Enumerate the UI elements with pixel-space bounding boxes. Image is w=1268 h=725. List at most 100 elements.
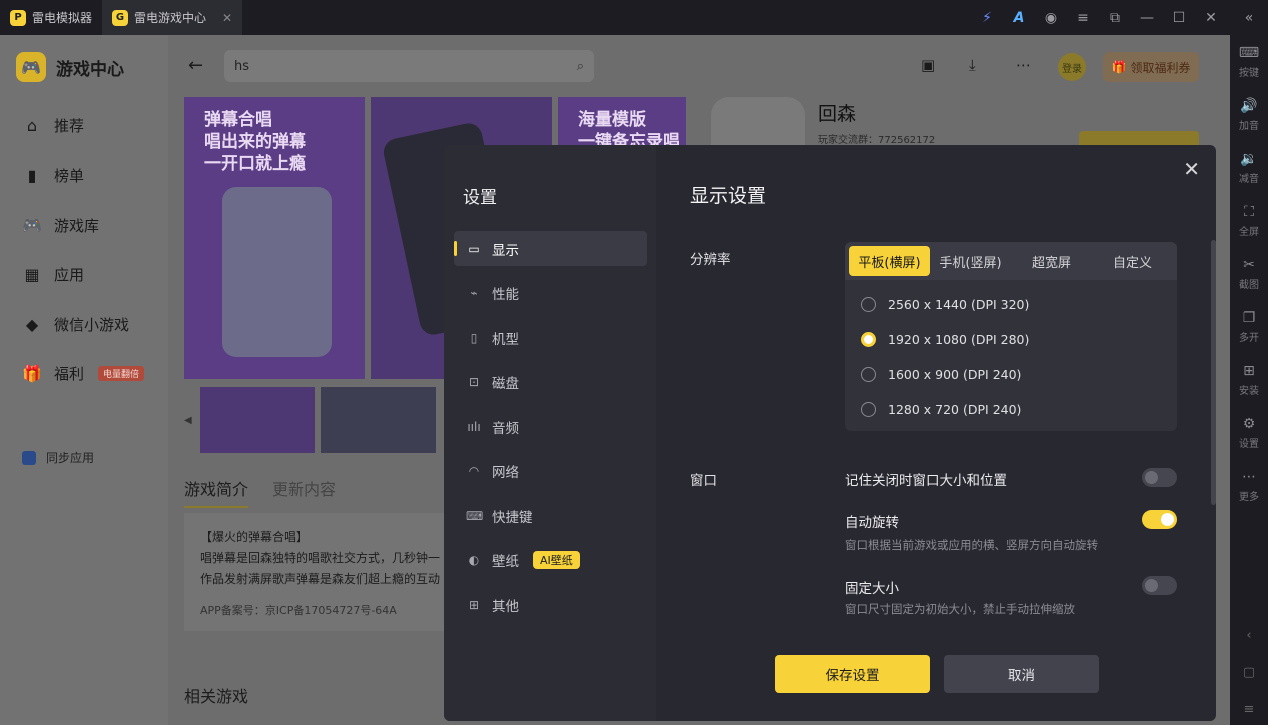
auto-rotate-toggle[interactable] bbox=[1142, 510, 1177, 529]
banner-1[interactable]: 弹幕合唱 唱出来的弹幕 一开口就上瘾 bbox=[184, 97, 365, 379]
radio-button[interactable] bbox=[861, 297, 876, 312]
toolbar-screenshot[interactable]: ✂ 截图 bbox=[1239, 247, 1259, 300]
close-icon[interactable]: ✕ bbox=[1183, 157, 1200, 181]
menu-disk[interactable]: ⊡ 磁盘 bbox=[454, 365, 647, 400]
more-dots-icon[interactable]: ⋯ bbox=[1016, 56, 1031, 74]
menu-audio[interactable]: ıılı 音频 bbox=[454, 409, 647, 444]
resolution-option[interactable]: 1600 x 900 (DPI 240) bbox=[861, 367, 1021, 382]
mode-phone[interactable]: 手机(竖屏) bbox=[930, 246, 1011, 276]
back-nav-icon[interactable]: ‹ bbox=[1246, 628, 1251, 643]
toolbar-keys[interactable]: ⌨ 按键 bbox=[1239, 35, 1259, 88]
search-icon[interactable]: ⌕ bbox=[577, 59, 584, 74]
user-icon[interactable]: ◉ bbox=[1042, 10, 1060, 26]
nav-mini-games[interactable]: ◆ 微信小游戏 bbox=[22, 314, 129, 335]
mode-ultrawide[interactable]: 超宽屏 bbox=[1011, 246, 1092, 276]
tab-intro[interactable]: 游戏简介 bbox=[184, 476, 249, 508]
toolbar-settings[interactable]: ⚙ 设置 bbox=[1239, 406, 1259, 459]
flash-icon[interactable]: ⚡ bbox=[978, 10, 996, 26]
search-input[interactable]: hs ⌕ bbox=[224, 50, 594, 82]
resolution-option[interactable]: 1920 x 1080 (DPI 280) bbox=[861, 332, 1029, 347]
nav-ranking[interactable]: ▮ 榜单 bbox=[22, 165, 84, 186]
volume-down-icon: 🔉 bbox=[1240, 150, 1258, 167]
ai-icon[interactable]: A bbox=[1010, 10, 1028, 26]
prev-arrow-icon[interactable]: ◀ bbox=[184, 415, 194, 426]
multi-window-icon: ❐ bbox=[1242, 309, 1256, 326]
radio-button[interactable] bbox=[861, 332, 876, 347]
gift-icon: 🎁 bbox=[22, 364, 42, 383]
scissors-icon: ✂ bbox=[1243, 256, 1255, 273]
radio-button[interactable] bbox=[861, 367, 876, 382]
resolution-option[interactable]: 2560 x 1440 (DPI 320) bbox=[861, 297, 1029, 312]
recents-nav-icon[interactable]: ≡ bbox=[1244, 702, 1255, 717]
radio-button[interactable] bbox=[861, 402, 876, 417]
thumbnail[interactable] bbox=[200, 387, 315, 453]
gamepad-logo-icon: 🎮 bbox=[16, 52, 46, 82]
toolbar-multi[interactable]: ❐ 多开 bbox=[1239, 300, 1259, 353]
detail-tabs: 游戏简介 更新内容 bbox=[184, 476, 336, 508]
phone-icon: ▯ bbox=[470, 330, 478, 345]
gamepad-icon: 🎮 bbox=[22, 216, 42, 235]
calendar-icon[interactable]: ▣ bbox=[921, 56, 935, 74]
fixed-size-toggle[interactable] bbox=[1142, 576, 1177, 595]
toolbar-install[interactable]: ⊞ 安装 bbox=[1239, 353, 1259, 406]
restore-icon[interactable]: ⧉ bbox=[1106, 10, 1124, 26]
nav-game-library[interactable]: 🎮 游戏库 bbox=[22, 215, 99, 236]
collapse-icon[interactable]: « bbox=[1245, 0, 1254, 35]
ranking-icon: ▮ bbox=[27, 166, 37, 185]
menu-performance[interactable]: ⌁ 性能 bbox=[454, 276, 647, 311]
maximize-icon[interactable]: ☐ bbox=[1170, 10, 1188, 26]
toolbar-fullscreen[interactable]: ⛶ 全屏 bbox=[1239, 194, 1259, 247]
home-nav-icon[interactable]: ▢ bbox=[1243, 665, 1255, 680]
minimize-icon[interactable]: — bbox=[1138, 10, 1156, 26]
install-icon: ⊞ bbox=[1243, 362, 1255, 379]
menu-wallpaper[interactable]: ◐ 壁纸 AI壁纸 bbox=[454, 543, 647, 578]
nav-recommend[interactable]: ⌂ 推荐 bbox=[22, 115, 84, 136]
grid-icon: ⊞ bbox=[468, 597, 480, 612]
home-icon: ⌂ bbox=[26, 116, 38, 135]
thumbnail[interactable] bbox=[321, 387, 436, 453]
mode-custom[interactable]: 自定义 bbox=[1092, 246, 1173, 276]
menu-display[interactable]: ▭ 显示 bbox=[454, 231, 647, 266]
tab-updates[interactable]: 更新内容 bbox=[272, 476, 336, 508]
phone-illustration bbox=[222, 187, 332, 357]
mode-tablet[interactable]: 平板(横屏) bbox=[849, 246, 930, 276]
settings-title: 设置 bbox=[463, 188, 497, 208]
ai-wallpaper-badge: AI壁纸 bbox=[533, 551, 580, 569]
coupon-icon: 🎁 bbox=[1111, 60, 1127, 74]
menu-network[interactable]: ◠ 网络 bbox=[454, 454, 647, 489]
login-button[interactable]: 登录 bbox=[1058, 53, 1086, 81]
nav-apps[interactable]: ▦ 应用 bbox=[22, 264, 84, 285]
save-button[interactable]: 保存设置 bbox=[775, 655, 930, 693]
monitor-icon: ▭ bbox=[468, 241, 480, 256]
coupon-button[interactable]: 🎁 领取福利券 bbox=[1103, 52, 1199, 82]
close-icon[interactable]: ✕ bbox=[1202, 10, 1220, 26]
performance-icon: ⌁ bbox=[470, 286, 478, 300]
resolution-label: 分辨率 bbox=[690, 252, 731, 268]
auto-rotate-desc: 窗口根据当前游戏或应用的横、竖屏方向自动旋转 bbox=[845, 538, 1098, 552]
tab-game-center[interactable]: G 雷电游戏中心 ✕ bbox=[102, 0, 243, 35]
tab-close-icon[interactable]: ✕ bbox=[222, 11, 232, 25]
resolution-panel: 平板(横屏) 手机(竖屏) 超宽屏 自定义 2560 x 1440 (DPI 3… bbox=[845, 242, 1177, 431]
auto-rotate-label: 自动旋转 bbox=[845, 515, 899, 531]
menu-model[interactable]: ▯ 机型 bbox=[454, 320, 647, 355]
tab-label: 雷电模拟器 bbox=[32, 11, 93, 25]
emulator-logo-icon: P bbox=[10, 9, 26, 26]
scrollbar[interactable] bbox=[1211, 240, 1216, 505]
toolbar-more[interactable]: ⋯ 更多 bbox=[1239, 459, 1259, 512]
related-games-title: 相关游戏 bbox=[184, 687, 249, 706]
toolbar-volume-down[interactable]: 🔉 减音 bbox=[1239, 141, 1259, 194]
sync-apps[interactable]: 同步应用 bbox=[22, 449, 94, 466]
tab-emulator[interactable]: P 雷电模拟器 bbox=[0, 0, 102, 35]
nav-welfare[interactable]: 🎁 福利 电量翻倍 bbox=[22, 363, 145, 384]
back-arrow-icon[interactable]: ← bbox=[188, 55, 203, 76]
menu-other[interactable]: ⊞ 其他 bbox=[454, 587, 647, 622]
resolution-option[interactable]: 1280 x 720 (DPI 240) bbox=[861, 402, 1021, 417]
remember-size-toggle[interactable] bbox=[1142, 468, 1177, 487]
sync-icon bbox=[22, 450, 36, 465]
title-bar: P 雷电模拟器 G 雷电游戏中心 ✕ ⚡ A ◉ ≡ ⧉ — ☐ ✕ bbox=[0, 0, 1230, 35]
download-icon[interactable]: ⤓ bbox=[969, 56, 976, 74]
menu-icon[interactable]: ≡ bbox=[1074, 10, 1092, 26]
cancel-button[interactable]: 取消 bbox=[944, 655, 1099, 693]
toolbar-volume-up[interactable]: 🔊 加音 bbox=[1239, 88, 1259, 141]
menu-shortcuts[interactable]: ⌨ 快捷键 bbox=[454, 498, 647, 533]
